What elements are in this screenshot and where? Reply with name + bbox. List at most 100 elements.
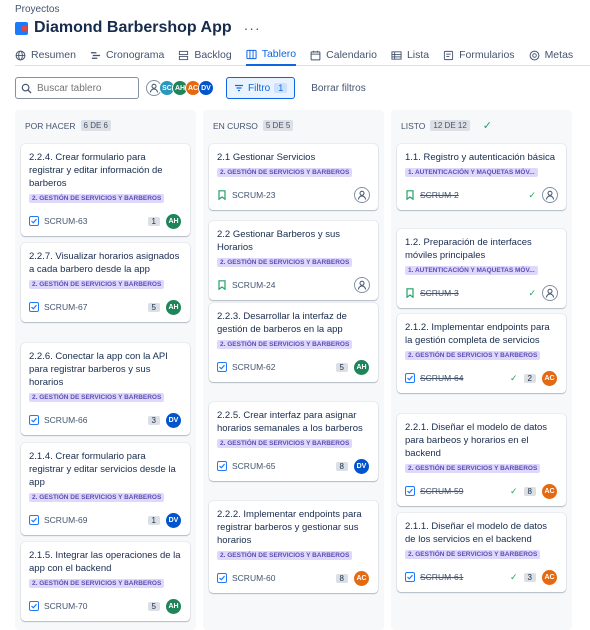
issue-key[interactable]: SCRUM-61 bbox=[420, 572, 510, 582]
issue-card[interactable]: 2.1 Gestionar Servicios 2. GESTIÓN DE SER… bbox=[209, 144, 378, 210]
issue-card[interactable]: 2.2.5. Crear interfaz para asignar horar… bbox=[209, 402, 378, 481]
issue-title: 2.2.4. Crear formulario para registrar y… bbox=[29, 152, 163, 189]
avatar[interactable]: DV bbox=[198, 80, 214, 96]
assignee-avatar[interactable]: AH bbox=[165, 212, 182, 230]
search-input[interactable] bbox=[37, 82, 137, 94]
epic-label[interactable]: 2. GESTIÓN DE SERVICIOS Y BARBEROS bbox=[217, 439, 353, 448]
epic-label[interactable]: 2. GESTIÓN DE SERVICIOS Y BARBEROS bbox=[405, 550, 541, 559]
task-icon bbox=[405, 572, 415, 582]
issue-card[interactable]: 2.2.4. Crear formulario para registrar y… bbox=[21, 144, 190, 236]
epic-label[interactable]: 2. GESTIÓN DE SERVICIOS Y BARBEROS bbox=[405, 464, 541, 473]
task-icon bbox=[217, 461, 227, 471]
filter-button[interactable]: Filtro 1 bbox=[226, 77, 296, 99]
assignee-avatar[interactable]: AH bbox=[353, 358, 370, 376]
backlog-icon bbox=[179, 50, 189, 60]
issue-card[interactable]: 2.1.4. Crear formulario para registrar y… bbox=[21, 443, 190, 535]
search-icon bbox=[21, 83, 32, 94]
tab-backlog[interactable]: Backlog bbox=[178, 44, 232, 66]
task-icon bbox=[29, 515, 39, 525]
tab-resumen[interactable]: Resumen bbox=[15, 44, 76, 66]
tab-lista[interactable]: Lista bbox=[391, 44, 429, 66]
tab-cronograma[interactable]: Cronograma bbox=[90, 44, 164, 66]
issue-key[interactable]: SCRUM-60 bbox=[232, 573, 336, 583]
issue-key[interactable]: SCRUM-24 bbox=[232, 280, 354, 290]
unassigned-icon[interactable] bbox=[542, 285, 558, 301]
issue-key[interactable]: SCRUM-2 bbox=[420, 190, 528, 200]
timeline-icon bbox=[90, 51, 101, 59]
issue-key[interactable]: SCRUM-69 bbox=[44, 515, 148, 525]
issue-key[interactable]: SCRUM-3 bbox=[420, 288, 528, 298]
issue-card[interactable]: 2.2.3. Desarrollar la interfaz de gestió… bbox=[209, 303, 378, 382]
epic-label[interactable]: 1. AUTENTICACIÓN Y MAQUETAS MÓV... bbox=[405, 266, 538, 275]
issue-title: 2.2.6. Conectar la app con la API para r… bbox=[29, 351, 168, 388]
epic-label[interactable]: 2. GESTIÓN DE SERVICIOS Y BARBEROS bbox=[29, 280, 165, 289]
issue-key[interactable]: SCRUM-66 bbox=[44, 415, 148, 425]
story-points-badge: 8 bbox=[335, 461, 348, 471]
epic-label[interactable]: 2. GESTIÓN DE SERVICIOS Y BARBEROS bbox=[29, 393, 165, 402]
issue-card[interactable]: 2.2.7. Visualizar horarios asignados a c… bbox=[21, 243, 190, 322]
column-title: POR HACER bbox=[25, 120, 76, 131]
tab-tablero[interactable]: Tablero bbox=[245, 44, 297, 66]
assignee-avatar[interactable]: AC bbox=[541, 369, 558, 387]
board-search[interactable] bbox=[15, 77, 139, 99]
assignee-avatar[interactable]: AH bbox=[165, 597, 182, 615]
epic-label[interactable]: 2. GESTIÓN DE SERVICIOS Y BARBEROS bbox=[29, 194, 165, 203]
epic-label[interactable]: 1. AUTENTICACIÓN Y MAQUETAS MÓV... bbox=[405, 168, 538, 177]
story-icon bbox=[406, 288, 414, 298]
issue-card[interactable]: 2.2.1. Diseñar el modelo de datos para b… bbox=[397, 414, 566, 506]
issue-card[interactable]: 2.2.2. Implementar endpoints para regist… bbox=[209, 501, 378, 593]
issue-key[interactable]: SCRUM-65 bbox=[232, 461, 336, 471]
tab-label: Resumen bbox=[31, 49, 76, 61]
assignee-avatar[interactable]: DV bbox=[353, 457, 370, 475]
tab-label: Lista bbox=[406, 49, 430, 61]
issue-card[interactable]: 2.1.5. Integrar las operaciones de la ap… bbox=[21, 542, 190, 621]
tab-calendario[interactable]: Calendario bbox=[310, 44, 377, 66]
tab-metas[interactable]: Metas bbox=[529, 44, 573, 66]
issue-key[interactable]: SCRUM-63 bbox=[44, 216, 148, 226]
issue-card[interactable]: 2.1.2. Implementar endpoints para la ges… bbox=[397, 314, 566, 393]
epic-label[interactable]: 2. GESTIÓN DE SERVICIOS Y BARBEROS bbox=[217, 551, 353, 560]
story-icon bbox=[218, 190, 226, 200]
epic-label[interactable]: 2. GESTIÓN DE SERVICIOS Y BARBEROS bbox=[217, 340, 353, 349]
issue-key[interactable]: SCRUM-70 bbox=[44, 601, 148, 611]
done-icon: ✓ bbox=[510, 571, 518, 582]
issue-title: 2.1.2. Implementar endpoints para la ges… bbox=[405, 322, 550, 346]
tab-formularios[interactable]: Formularios bbox=[443, 44, 515, 66]
issue-card[interactable]: 2.1.1. Diseñar el modelo de datos de los… bbox=[397, 513, 566, 592]
issue-title: 2.2.1. Diseñar el modelo de datos para b… bbox=[405, 422, 548, 459]
epic-label[interactable]: 2. GESTIÓN DE SERVICIOS Y BARBEROS bbox=[29, 493, 165, 502]
issue-key[interactable]: SCRUM-64 bbox=[420, 373, 510, 383]
issue-key[interactable]: SCRUM-67 bbox=[44, 302, 148, 312]
assignee-avatar[interactable]: DV bbox=[165, 411, 182, 429]
issue-card[interactable]: 1.1. Registro y autenticación básica 1. A… bbox=[397, 144, 566, 210]
issue-key[interactable]: SCRUM-59 bbox=[420, 486, 510, 496]
epic-label[interactable]: 2. GESTIÓN DE SERVICIOS Y BARBEROS bbox=[217, 168, 353, 177]
target-icon bbox=[529, 50, 539, 60]
assignee-avatar[interactable]: AC bbox=[353, 569, 370, 587]
assignee-avatar[interactable]: AH bbox=[165, 298, 182, 316]
more-actions-button[interactable]: ··· bbox=[244, 20, 261, 36]
unassigned-icon[interactable] bbox=[542, 187, 558, 203]
unassigned-icon[interactable] bbox=[354, 187, 370, 203]
column-count-badge: 12 DE 12 bbox=[430, 120, 470, 131]
filter-label: Filtro bbox=[248, 82, 271, 94]
breadcrumb[interactable]: Proyectos bbox=[15, 4, 59, 15]
story-points-badge: 1 bbox=[147, 515, 160, 525]
issue-key[interactable]: SCRUM-23 bbox=[232, 190, 354, 200]
epic-label[interactable]: 2. GESTIÓN DE SERVICIOS Y BARBEROS bbox=[29, 579, 165, 588]
unassigned-icon[interactable] bbox=[354, 277, 370, 293]
issue-title: 2.2 Gestionar Barberos y sus Horarios bbox=[217, 229, 341, 253]
issue-title: 2.1.5. Integrar las operaciones de la ap… bbox=[29, 550, 181, 574]
assignee-avatar[interactable]: AC bbox=[541, 568, 558, 586]
epic-label[interactable]: 2. GESTIÓN DE SERVICIOS Y BARBEROS bbox=[217, 258, 353, 267]
issue-card[interactable]: 2.2 Gestionar Barberos y sus Horarios 2. … bbox=[209, 221, 378, 300]
epic-label[interactable]: 2. GESTIÓN DE SERVICIOS Y BARBEROS bbox=[405, 351, 541, 360]
clear-filters-button[interactable]: Borrar filtros bbox=[311, 83, 365, 94]
issue-key[interactable]: SCRUM-62 bbox=[232, 362, 336, 372]
assignee-avatar[interactable]: AC bbox=[541, 482, 558, 500]
project-logo-icon bbox=[15, 21, 28, 35]
issue-card[interactable]: 2.2.6. Conectar la app con la API para r… bbox=[21, 343, 190, 435]
assignee-avatar[interactable]: DV bbox=[165, 511, 182, 529]
story-points-badge: 2 bbox=[523, 373, 536, 383]
issue-card[interactable]: 1.2. Preparación de interfaces móviles p… bbox=[397, 229, 566, 308]
